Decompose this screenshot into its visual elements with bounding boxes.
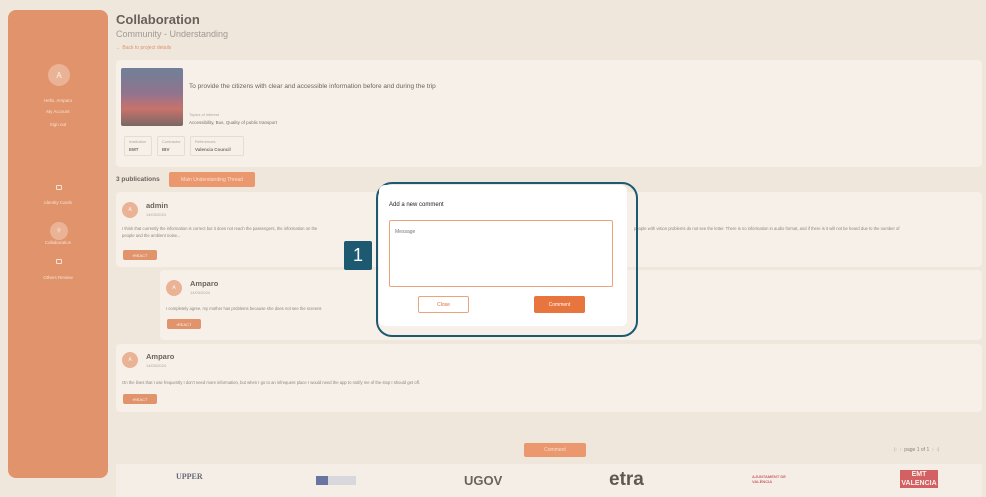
topics-value: Accessibility, Bus, Quality of public tr… <box>189 120 277 125</box>
comment-author: Amparo <box>146 352 175 361</box>
meta-label: References <box>195 139 216 144</box>
sidebar-item-identity[interactable]: Identity Cards <box>8 200 108 205</box>
avatar: A <box>122 352 138 368</box>
message-placeholder: Message <box>395 229 416 235</box>
greeting: Hello, Amparo <box>43 98 73 103</box>
ugov-logo: UGOV <box>464 473 503 488</box>
page-subtitle: Community - Understanding <box>116 29 229 39</box>
add-comment-dialog: Add a new comment Message Close Comment <box>379 185 627 326</box>
comment-date: 14/03/2024 <box>146 363 167 368</box>
comment-author: admin <box>146 201 169 210</box>
meta-value: EMT <box>129 147 139 152</box>
comment-text-cont: people with vision problems do not see t… <box>634 226 900 231</box>
sidebar-item-review[interactable]: Others Review <box>8 275 108 280</box>
meta-contractor: Contractor IBV <box>157 136 185 156</box>
footer: UPPER UGOV etra AJUNTAMENT DE VALÈNCIA E… <box>116 464 982 497</box>
comment-text: I think that currently the information i… <box>122 226 318 231</box>
close-button[interactable]: Close <box>418 296 469 313</box>
react-button[interactable]: ▪ REACT <box>167 319 201 329</box>
meta-value: Valencia Council <box>195 147 231 152</box>
next-page-icon[interactable]: › <box>932 447 934 453</box>
last-page-icon[interactable]: ›| <box>936 447 939 453</box>
pagination: |‹ ‹ page 1 of 1 › ›| <box>894 447 939 453</box>
my-account-link[interactable]: My Account <box>8 109 108 114</box>
project-image <box>121 68 183 126</box>
collaboration-icon[interactable]: ⚲ <box>50 222 68 240</box>
react-button[interactable]: ▪ REACT <box>123 394 157 404</box>
avatar[interactable]: A <box>48 64 70 86</box>
react-label: REACT <box>133 396 148 402</box>
comment-text: I completely agree, my mother has proble… <box>166 306 322 311</box>
page-title: Collaboration <box>116 12 200 27</box>
first-page-icon[interactable]: |‹ <box>894 447 897 453</box>
comment-date: 14/03/2024 <box>146 212 167 217</box>
meta-label: Institution <box>129 139 147 144</box>
upper-logo: UPPER <box>176 472 203 481</box>
project-card: To provide the citizens with clear and a… <box>116 60 982 167</box>
project-title: To provide the citizens with clear and a… <box>189 83 436 90</box>
etra-logo: etra <box>609 469 644 490</box>
prev-page-icon[interactable]: ‹ <box>900 447 902 453</box>
react-label: REACT <box>177 321 192 327</box>
comment-text: On the lines that I use frequently I don… <box>122 380 420 385</box>
comment-button[interactable]: Comment <box>524 443 586 457</box>
dialog-title: Add a new comment <box>389 202 444 208</box>
meta-institution: Institution EMT <box>124 136 152 156</box>
message-input[interactable]: Message <box>389 220 613 287</box>
react-button[interactable]: ▪ REACT <box>123 250 157 260</box>
meta-label: Contractor <box>162 139 181 144</box>
react-label: REACT <box>133 252 148 258</box>
meta-value: IBV <box>162 147 170 152</box>
submit-comment-button[interactable]: Comment <box>534 296 585 313</box>
comment-author: Amparo <box>190 279 219 288</box>
ajuntament-logo: AJUNTAMENT DE VALÈNCIA <box>752 474 786 484</box>
emt-logo: EMT VALENCIA <box>900 470 938 488</box>
sidebar-item-collaboration[interactable]: Collaboration <box>8 240 108 245</box>
step-marker: 1 <box>344 241 372 270</box>
back-link[interactable]: ← Back to project details <box>116 45 171 51</box>
comment-text-line2: people and the ambient noise... <box>122 233 181 238</box>
id-card-icon[interactable] <box>54 182 64 192</box>
comment-date: 14/03/2024 <box>190 290 211 295</box>
review-icon[interactable] <box>54 256 64 266</box>
comment-card: A Amparo 14/03/2024 On the lines that I … <box>116 344 982 412</box>
sign-out-link[interactable]: Sign out <box>8 122 108 127</box>
sidebar: A Hello, Amparo My Account Sign out Iden… <box>8 10 108 478</box>
page-label: page 1 of 1 <box>904 447 930 453</box>
avatar: A <box>122 202 138 218</box>
topics-label: Topics of interest <box>189 112 220 117</box>
avatar: A <box>166 280 182 296</box>
meta-references: References Valencia Council <box>190 136 244 156</box>
thread-button[interactable]: Main Understanding Thread <box>169 172 255 187</box>
publications-count: 3 publications <box>116 176 160 183</box>
eu-flag-logo <box>316 476 356 485</box>
